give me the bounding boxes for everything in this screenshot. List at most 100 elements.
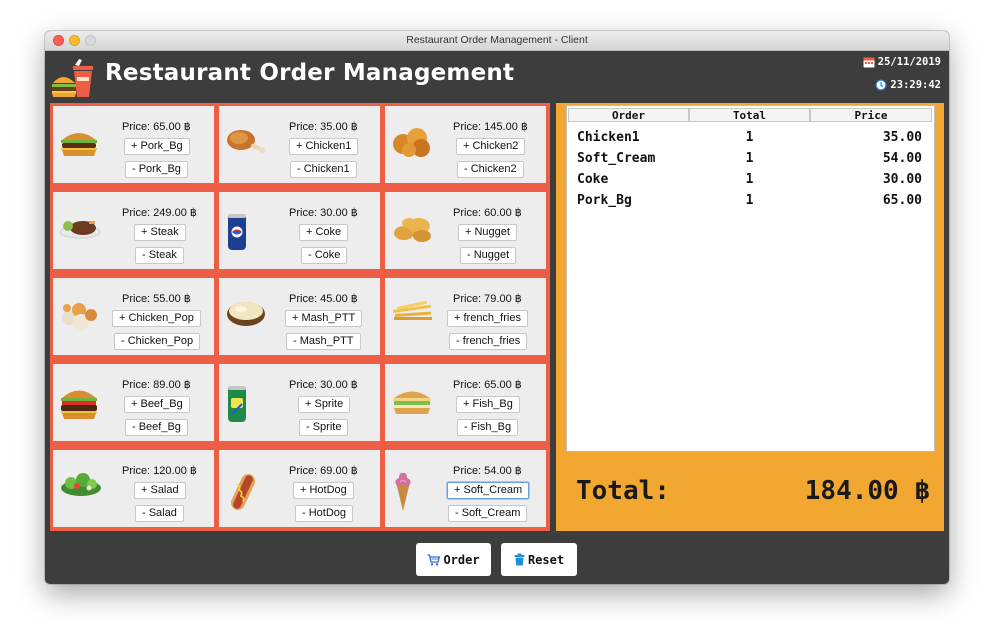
add-item-button[interactable]: + Coke <box>299 224 349 241</box>
order-total-cell: 1 <box>745 172 754 187</box>
remove-item-button[interactable]: - Sprite <box>299 419 349 436</box>
salad-icon <box>59 470 103 503</box>
add-item-button[interactable]: + HotDog <box>293 482 354 499</box>
menu-item: Price: 89.00 ฿ + Beef_Bg - Beef_Bg <box>53 364 214 441</box>
popcorn-chicken-icon <box>59 298 101 337</box>
order-button[interactable]: Order <box>416 543 491 576</box>
fried-chicken-icon <box>391 126 435 163</box>
item-price: Price: 69.00 ฿ <box>289 465 358 477</box>
add-item-button[interactable]: + Chicken1 <box>289 138 359 155</box>
time-display: 23:29:42 <box>875 79 941 91</box>
cart-icon <box>427 553 441 565</box>
mashed-potato-icon <box>225 298 267 333</box>
app-title: Restaurant Order Management <box>105 60 515 86</box>
burger-icon <box>59 126 99 163</box>
time-text: 23:29:42 <box>890 79 941 91</box>
window-title: Restaurant Order Management - Client <box>406 34 588 46</box>
add-item-button[interactable]: + Soft_Cream <box>447 482 530 499</box>
add-item-button[interactable]: + Salad <box>134 482 186 499</box>
menu-item: Price: 65.00 ฿ + Fish_Bg - Fish_Bg <box>385 364 546 441</box>
remove-item-button[interactable]: - Chicken1 <box>290 161 357 178</box>
item-price: Price: 120.00 ฿ <box>122 465 197 477</box>
menu-item: Price: 120.00 ฿ + Salad - Salad <box>53 450 214 527</box>
order-total-cell: 1 <box>745 130 754 145</box>
remove-item-button[interactable]: - french_fries <box>449 333 528 350</box>
item-price: Price: 60.00 ฿ <box>453 207 522 219</box>
column-header-total[interactable]: Total <box>689 108 810 122</box>
table-row[interactable]: Pork_Bg 1 65.00 <box>567 193 934 213</box>
ice-cream-icon <box>391 470 415 517</box>
item-price: Price: 65.00 ฿ <box>453 379 522 391</box>
order-table: Order Total Price Chicken1 1 35.00 Soft_Cre… <box>566 105 935 452</box>
total-label: Total: <box>576 476 670 506</box>
add-item-button[interactable]: + Sprite <box>298 396 351 413</box>
order-price-cell: 65.00 <box>882 193 922 208</box>
remove-item-button[interactable]: - Chicken_Pop <box>114 333 201 350</box>
order-name-cell: Coke <box>577 172 609 187</box>
french-fries-icon <box>391 298 435 327</box>
remove-item-button[interactable]: - Coke <box>301 247 348 264</box>
item-price: Price: 145.00 ฿ <box>453 121 528 133</box>
add-item-button[interactable]: + Pork_Bg <box>124 138 190 155</box>
table-row[interactable]: Soft_Cream 1 54.00 <box>567 151 934 171</box>
column-header-price[interactable]: Price <box>810 108 932 122</box>
menu-panel: Price: 65.00 ฿ + Pork_Bg - Pork_Bg Price: 3… <box>50 103 550 531</box>
remove-item-button[interactable]: - Steak <box>135 247 184 264</box>
order-price-cell: 35.00 <box>882 130 922 145</box>
reset-button[interactable]: Reset <box>501 543 577 576</box>
remove-item-button[interactable]: - Fish_Bg <box>457 419 519 436</box>
remove-item-button[interactable]: - HotDog <box>295 505 354 522</box>
order-price-cell: 54.00 <box>882 151 922 166</box>
remove-item-button[interactable]: - Salad <box>135 505 184 522</box>
nugget-icon <box>391 212 435 249</box>
add-item-button[interactable]: + Chicken2 <box>456 138 526 155</box>
remove-item-button[interactable]: - Beef_Bg <box>125 419 188 436</box>
order-total-cell: 1 <box>745 151 754 166</box>
item-price: Price: 45.00 ฿ <box>289 293 358 305</box>
menu-item: Price: 65.00 ฿ + Pork_Bg - Pork_Bg <box>53 106 214 183</box>
add-item-button[interactable]: + Steak <box>134 224 186 241</box>
add-item-button[interactable]: + french_fries <box>447 310 528 327</box>
item-price: Price: 89.00 ฿ <box>122 379 191 391</box>
item-price: Price: 30.00 ฿ <box>289 379 358 391</box>
chicken-leg-icon <box>225 126 267 161</box>
table-row[interactable]: Coke 1 30.00 <box>567 172 934 192</box>
order-total-cell: 1 <box>745 193 754 208</box>
menu-item: Price: 54.00 ฿ + Soft_Cream - Soft_Cream <box>385 450 546 527</box>
menu-item: Price: 30.00 ฿ + Sprite - Sprite <box>219 364 380 441</box>
title-bar: Restaurant Order Management - Client <box>45 31 949 51</box>
add-item-button[interactable]: + Fish_Bg <box>456 396 520 413</box>
trash-icon <box>514 553 525 566</box>
add-item-button[interactable]: + Nugget <box>458 224 517 241</box>
order-name-cell: Pork_Bg <box>577 193 632 208</box>
order-price-cell: 30.00 <box>882 172 922 187</box>
menu-item: Price: 35.00 ฿ + Chicken1 - Chicken1 <box>219 106 380 183</box>
date-text: 25/11/2019 <box>877 56 941 68</box>
remove-item-button[interactable]: - Soft_Cream <box>448 505 528 522</box>
remove-item-button[interactable]: - Chicken2 <box>457 161 524 178</box>
item-price: Price: 249.00 ฿ <box>122 207 197 219</box>
table-row[interactable]: Chicken1 1 35.00 <box>567 130 934 150</box>
menu-item: Price: 69.00 ฿ + HotDog - HotDog <box>219 450 380 527</box>
calendar-icon <box>863 57 875 68</box>
sprite-can-icon <box>225 384 249 429</box>
menu-item: Price: 45.00 ฿ + Mash_PTT - Mash_PTT <box>219 278 380 355</box>
add-item-button[interactable]: + Beef_Bg <box>124 396 190 413</box>
order-name-cell: Soft_Cream <box>577 151 656 166</box>
menu-item: Price: 30.00 ฿ + Coke - Coke <box>219 192 380 269</box>
menu-item: Price: 249.00 ฿ + Steak - Steak <box>53 192 214 269</box>
burger-drink-logo-icon <box>51 57 95 99</box>
order-name-cell: Chicken1 <box>577 130 640 145</box>
item-price: Price: 65.00 ฿ <box>122 121 191 133</box>
add-item-button[interactable]: + Mash_PTT <box>285 310 363 327</box>
item-price: Price: 30.00 ฿ <box>289 207 358 219</box>
clock-icon <box>875 79 887 91</box>
steak-icon <box>59 212 101 245</box>
menu-item: Price: 55.00 ฿ + Chicken_Pop - Chicken_Pop <box>53 278 214 355</box>
remove-item-button[interactable]: - Mash_PTT <box>286 333 361 350</box>
coke-can-icon <box>225 212 249 257</box>
remove-item-button[interactable]: - Pork_Bg <box>125 161 188 178</box>
column-header-order[interactable]: Order <box>568 108 689 122</box>
remove-item-button[interactable]: - Nugget <box>460 247 517 264</box>
add-item-button[interactable]: + Chicken_Pop <box>112 310 201 327</box>
